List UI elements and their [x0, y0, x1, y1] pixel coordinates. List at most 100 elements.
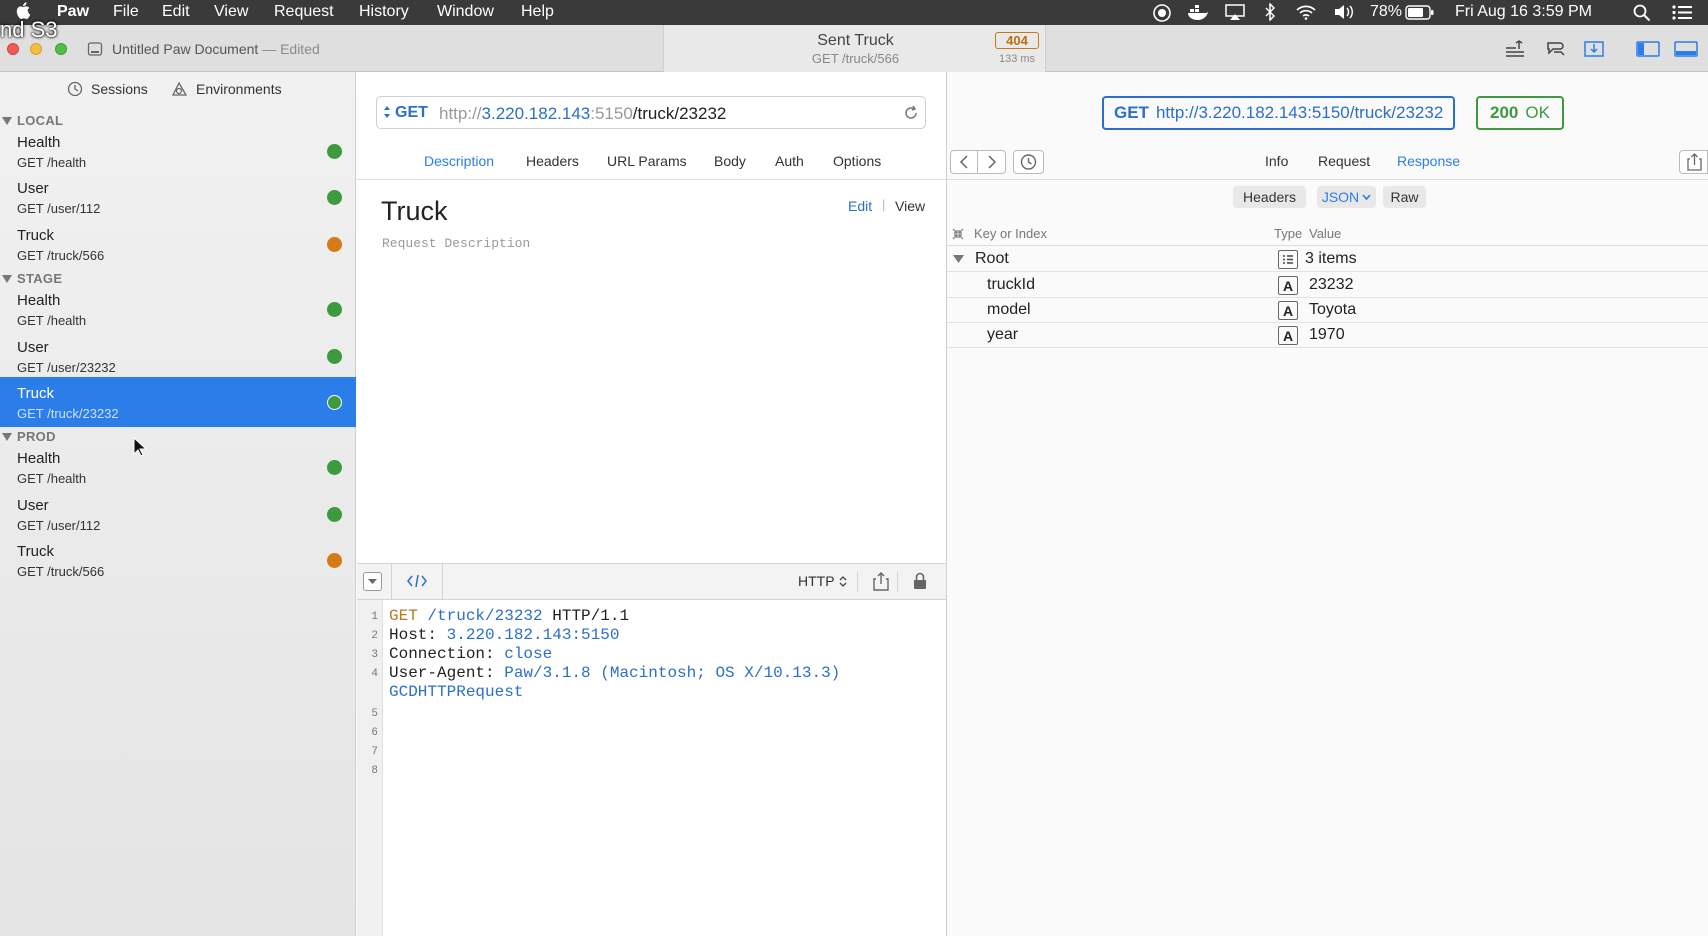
url-bar[interactable]: GET http://3.220.182.143:5150/truck/2323…: [376, 96, 926, 129]
method-select[interactable]: GET: [395, 104, 428, 122]
menu-window[interactable]: Window: [437, 3, 494, 21]
view-label: Raw: [1390, 189, 1419, 205]
menu-help[interactable]: Help: [521, 3, 554, 21]
lock-icon[interactable]: [913, 572, 927, 590]
clock[interactable]: Fri Aug 16 3:59 PM: [1455, 3, 1592, 21]
chevron-updown-icon[interactable]: [839, 575, 847, 588]
request-item[interactable]: Truck GET /truck/566: [0, 219, 356, 269]
request-path: GET /truck/566: [17, 564, 105, 580]
edit-button[interactable]: Edit: [848, 198, 872, 214]
airplay-icon[interactable]: [1225, 4, 1245, 21]
menu-view[interactable]: View: [214, 3, 248, 21]
sent-request-panel[interactable]: Sent Truck GET /truck/566 404 133 ms: [663, 25, 1046, 72]
request-item[interactable]: User GET /user/112: [0, 172, 356, 222]
line-number: 6: [371, 727, 378, 739]
record-icon[interactable]: [1153, 4, 1171, 22]
code-generator-button[interactable]: [1541, 37, 1571, 61]
response-request-line[interactable]: GET http://3.220.182.143:5150/truck/2323…: [1102, 96, 1456, 130]
divider: [391, 564, 392, 599]
code-view-icon[interactable]: [407, 574, 427, 588]
tab-info[interactable]: Info: [1265, 153, 1288, 169]
json-root-row[interactable]: Root 3 items: [947, 247, 1708, 272]
tab-url-params[interactable]: URL Params: [607, 153, 687, 169]
forward-button[interactable]: [978, 151, 1005, 173]
request-item[interactable]: Truck GET /truck/23232: [0, 377, 356, 427]
share-icon[interactable]: [873, 572, 889, 591]
disclosure-triangle-icon[interactable]: [2, 116, 12, 125]
minimize-window-button[interactable]: [30, 43, 42, 55]
send-request-icon[interactable]: [903, 105, 919, 121]
request-item[interactable]: User GET /user/112: [0, 489, 356, 539]
toggle-response-panel-button[interactable]: [1671, 37, 1701, 61]
json-value: 23232: [1309, 276, 1354, 293]
close-window-button[interactable]: [7, 43, 19, 55]
url-host: 3.220.182.143: [481, 104, 591, 123]
request-item[interactable]: Health GET /health: [0, 284, 356, 334]
disclosure-triangle-icon[interactable]: [953, 254, 964, 264]
export-request-button[interactable]: [1500, 37, 1530, 61]
line-number: 2: [371, 630, 378, 642]
code-format-select[interactable]: HTTP: [798, 573, 835, 589]
line-number: 5: [371, 708, 378, 720]
spotlight-search-icon[interactable]: [1633, 4, 1651, 22]
url-input[interactable]: http://3.220.182.143:5150/truck/23232: [439, 104, 726, 124]
line-number: 8: [371, 765, 378, 777]
back-button[interactable]: [951, 151, 978, 173]
divider: [857, 572, 858, 592]
battery-icon[interactable]: [1405, 5, 1435, 20]
menu-history[interactable]: History: [359, 3, 409, 21]
zoom-window-button[interactable]: [55, 43, 67, 55]
json-row[interactable]: truckId A 23232: [947, 273, 1708, 298]
toggle-sidebar-button[interactable]: [1633, 37, 1663, 61]
disclosure-triangle-icon[interactable]: [2, 274, 12, 284]
notification-center-icon[interactable]: [1672, 5, 1692, 20]
app-menu[interactable]: Paw: [57, 3, 89, 21]
request-title[interactable]: Truck: [381, 196, 448, 227]
document-title: Untitled Paw Document: [112, 41, 259, 57]
tab-request[interactable]: Request: [1318, 153, 1370, 169]
menu-request[interactable]: Request: [274, 3, 334, 21]
disclosure-triangle-icon[interactable]: [2, 432, 12, 442]
code-panel-toolbar: HTTP: [357, 563, 946, 600]
menu-file[interactable]: File: [113, 3, 139, 21]
view-headers[interactable]: Headers: [1233, 186, 1306, 208]
share-response-button[interactable]: [1679, 150, 1708, 174]
import-request-button[interactable]: [1579, 37, 1609, 61]
collapse-panel-button[interactable]: [363, 572, 382, 591]
json-row[interactable]: year A 1970: [947, 323, 1708, 348]
view-button[interactable]: View: [895, 198, 925, 214]
volume-icon[interactable]: [1333, 4, 1355, 20]
url-scheme: http://: [439, 104, 482, 123]
menu-edit[interactable]: Edit: [162, 3, 190, 21]
tab-options[interactable]: Options: [833, 153, 881, 169]
mouse-cursor-icon: [133, 437, 147, 457]
view-raw[interactable]: Raw: [1383, 186, 1426, 208]
docker-icon[interactable]: [1187, 4, 1209, 21]
request-description-field[interactable]: Request Description: [382, 236, 530, 251]
menu-bar: Paw File Edit View Request History Windo…: [0, 0, 1708, 25]
collapse-all-icon[interactable]: [951, 227, 965, 241]
code-token: Paw/3.1.8 (Macintosh; OS X/10.13.3): [504, 664, 841, 682]
json-value: Toyota: [1309, 301, 1357, 318]
method-select-icon[interactable]: [383, 105, 391, 119]
request-item[interactable]: Health GET /health: [0, 442, 356, 492]
json-row[interactable]: model A Toyota: [947, 298, 1708, 323]
bluetooth-icon[interactable]: [1264, 3, 1276, 21]
tab-body[interactable]: Body: [714, 153, 746, 169]
tab-response[interactable]: Response: [1397, 153, 1460, 169]
request-item[interactable]: User GET /user/23232: [0, 331, 356, 381]
request-item[interactable]: Health GET /health: [0, 126, 356, 176]
request-item[interactable]: Truck GET /truck/566: [0, 535, 356, 585]
json-value: 3 items: [1305, 250, 1357, 267]
wifi-icon[interactable]: [1295, 4, 1317, 20]
tab-auth[interactable]: Auth: [775, 153, 804, 169]
view-json[interactable]: JSON: [1317, 186, 1376, 208]
tab-headers[interactable]: Headers: [526, 153, 579, 169]
sent-request-path: GET /truck/566: [811, 51, 900, 66]
chevron-down-icon[interactable]: [1362, 193, 1371, 201]
json-key: Root: [975, 250, 1009, 267]
tab-description[interactable]: Description: [424, 153, 494, 169]
column-value: Value: [1309, 226, 1342, 241]
response-history-button[interactable]: [1013, 150, 1044, 174]
code-token: /truck/23232: [427, 607, 543, 625]
